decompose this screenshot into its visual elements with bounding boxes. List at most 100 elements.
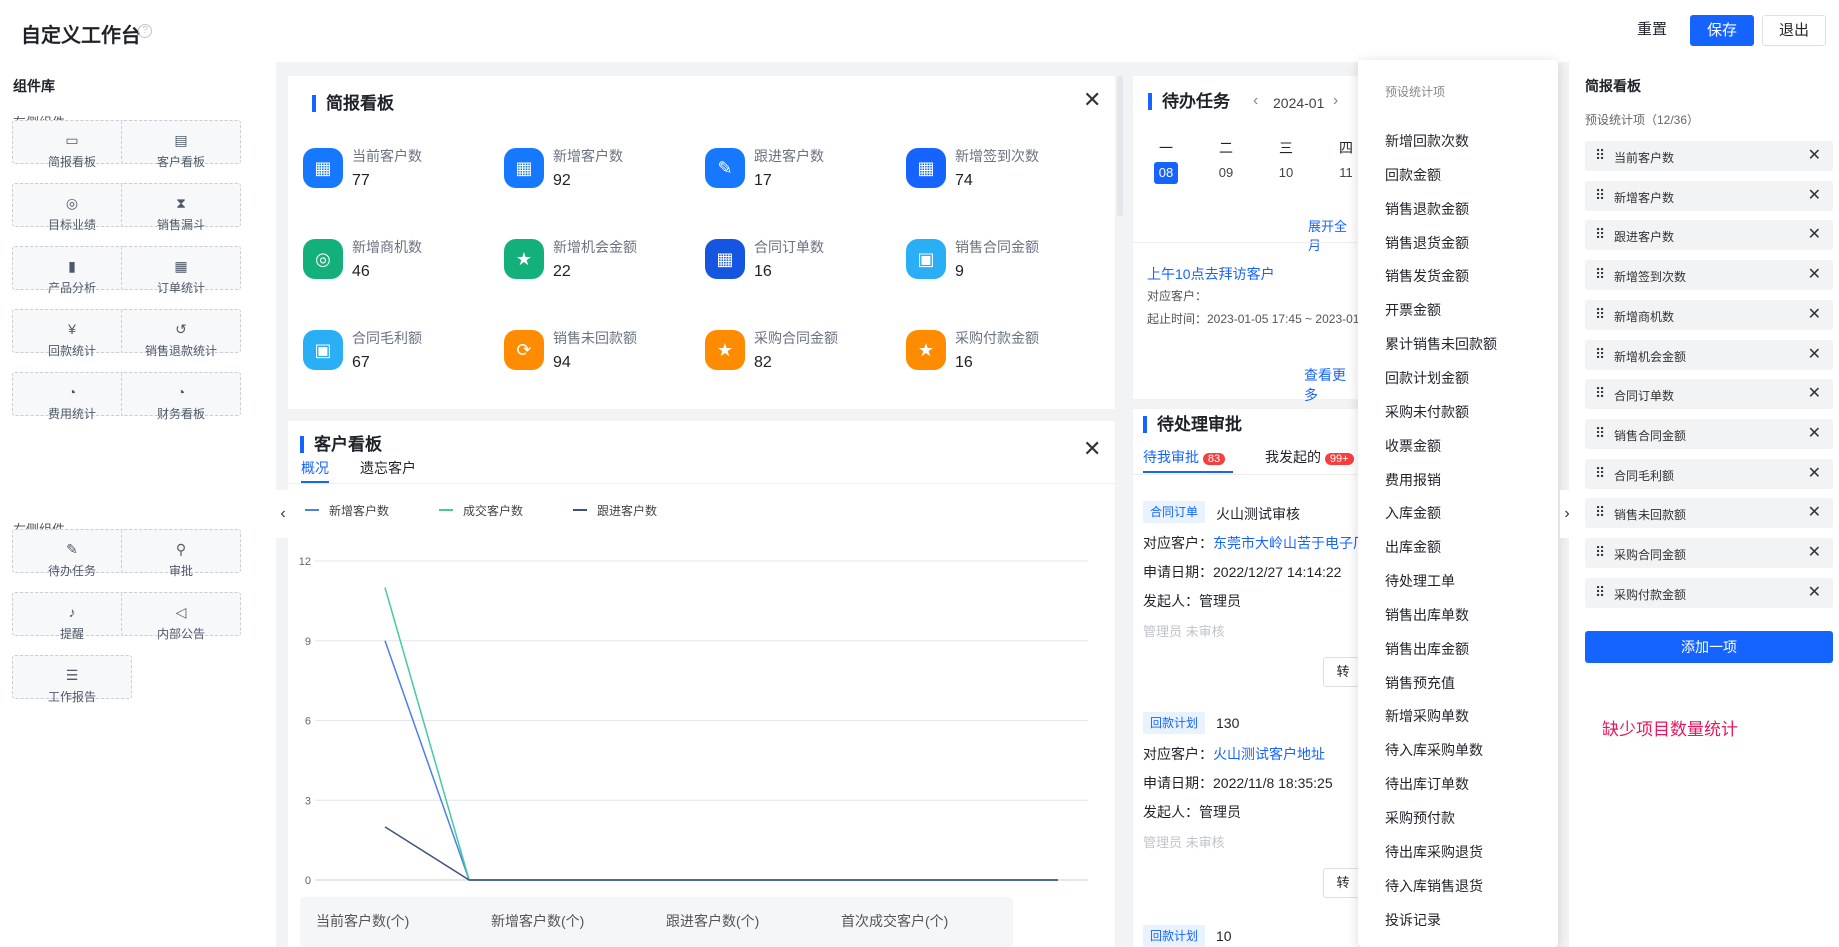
preset-option[interactable]: 待出库订单数 <box>1385 774 1469 794</box>
drag-handle-icon[interactable]: ⠿ <box>1595 385 1605 401</box>
drag-handle-icon[interactable]: ⠿ <box>1595 147 1605 163</box>
preset-option[interactable]: 销售发货金额 <box>1385 266 1469 286</box>
summary-box: 首次成交客户(个) <box>825 897 1013 947</box>
selected-stat-item[interactable]: ⠿ 合同订单数 ✕ <box>1585 379 1833 410</box>
calendar-day[interactable]: 08 <box>1154 162 1178 184</box>
remove-icon[interactable]: ✕ <box>1808 264 1821 284</box>
selected-stat-item[interactable]: ⠿ 新增签到次数 ✕ <box>1585 260 1833 291</box>
remove-icon[interactable]: ✕ <box>1808 502 1821 522</box>
calendar-day[interactable]: 10 <box>1274 162 1298 184</box>
drag-handle-icon[interactable]: ⠿ <box>1595 544 1605 560</box>
preset-option[interactable]: 销售退款金额 <box>1385 199 1469 219</box>
selected-stat-item[interactable]: ⠿ 销售未回款额 ✕ <box>1585 498 1833 529</box>
tab-pending-approval[interactable]: 待我审批 83 <box>1143 447 1226 467</box>
close-icon[interactable]: ✕ <box>1083 438 1101 460</box>
stat-value: 82 <box>754 354 772 371</box>
preset-option[interactable]: 出库金额 <box>1385 537 1441 557</box>
selected-stat-item[interactable]: ⠿ 新增客户数 ✕ <box>1585 180 1833 211</box>
selected-stat-item[interactable]: ⠿ 合同毛利额 ✕ <box>1585 458 1833 489</box>
preset-option[interactable]: 费用报销 <box>1385 470 1441 490</box>
preset-option[interactable]: 待入库采购单数 <box>1385 740 1483 760</box>
stat-label: 当前客户数 <box>352 148 422 164</box>
save-button[interactable]: 保存 <box>1690 15 1754 46</box>
preset-option[interactable]: 新增回款次数 <box>1385 131 1469 151</box>
close-icon[interactable]: ✕ <box>1083 89 1101 111</box>
selected-stat-item[interactable]: ⠿ 销售合同金额 ✕ <box>1585 418 1833 449</box>
preset-option[interactable]: 采购未付款额 <box>1385 402 1469 422</box>
doc-star-icon: ★ <box>504 239 544 279</box>
selected-stat-label: 当前客户数 <box>1614 151 1675 165</box>
preset-option[interactable]: 开票金额 <box>1385 300 1441 320</box>
preset-option[interactable]: 待出库采购退货 <box>1385 842 1483 862</box>
preset-option[interactable]: 待入库销售退货 <box>1385 876 1483 896</box>
help-icon[interactable]: ? <box>138 24 152 38</box>
calendar-day[interactable]: 09 <box>1214 162 1238 184</box>
preset-option[interactable]: 收票金额 <box>1385 436 1441 456</box>
drag-handle-icon[interactable]: ⠿ <box>1595 346 1605 362</box>
preset-option[interactable]: 回款计划金额 <box>1385 368 1469 388</box>
drag-handle-icon[interactable]: ⠿ <box>1595 226 1605 242</box>
tab-my-initiated[interactable]: 我发起的 99+ <box>1265 447 1354 467</box>
next-month-icon[interactable]: › <box>1333 92 1338 110</box>
remove-icon[interactable]: ✕ <box>1808 542 1821 562</box>
remove-icon[interactable]: ✕ <box>1808 344 1821 364</box>
preset-option[interactable]: 累计销售未回款额 <box>1385 334 1497 354</box>
drag-handle-icon[interactable]: ⠿ <box>1595 266 1605 282</box>
building-icon: ▦ <box>705 239 745 279</box>
preset-option[interactable]: 销售出库单数 <box>1385 605 1469 625</box>
transfer-button[interactable]: 转 <box>1323 868 1363 898</box>
stat-label: 新增机会金额 <box>553 239 637 255</box>
selected-stat-item[interactable]: ⠿ 当前客户数 ✕ <box>1585 141 1833 171</box>
remove-icon[interactable]: ✕ <box>1808 582 1821 602</box>
selected-stat-item[interactable]: ⠿ 采购合同金额 ✕ <box>1585 538 1833 568</box>
selected-stat-item[interactable]: ⠿ 新增机会金额 ✕ <box>1585 339 1833 370</box>
preset-option[interactable]: 投诉记录 <box>1385 910 1441 930</box>
series-line <box>384 640 1058 881</box>
weekday-label: 三 <box>1279 140 1293 156</box>
approval-type-tag: 回款计划 <box>1143 925 1206 947</box>
drag-handle-icon[interactable]: ⠿ <box>1595 187 1605 203</box>
remove-icon[interactable]: ✕ <box>1808 423 1821 443</box>
preset-option[interactable]: 回款金额 <box>1385 165 1441 185</box>
preset-option[interactable]: 新增采购单数 <box>1385 706 1469 726</box>
month-label: 2024-01 <box>1273 95 1325 111</box>
drag-handle-icon[interactable]: ⠿ <box>1595 425 1605 441</box>
calendar-day[interactable]: 11 <box>1334 162 1358 184</box>
finance-pie-icon: ◔ <box>176 384 186 400</box>
remove-icon[interactable]: ✕ <box>1808 145 1821 165</box>
drag-handle-icon[interactable]: ⠿ <box>1595 465 1605 481</box>
add-item-button[interactable]: 添加一项 <box>1585 631 1833 663</box>
note-text: 缺少项目数量统计 <box>1602 720 1738 739</box>
selected-stat-item[interactable]: ⠿ 采购付款金额 ✕ <box>1585 577 1833 608</box>
customer-board-card: 客户看板 ✕ 概况 遗忘客户 新增客户数成交客户数跟进客户数 0369121月7… <box>288 421 1115 947</box>
remove-icon[interactable]: ✕ <box>1808 224 1821 244</box>
tab-forgotten-customers[interactable]: 遗忘客户 <box>360 458 416 478</box>
preset-option[interactable]: 销售退货金额 <box>1385 233 1469 253</box>
customer-link[interactable]: 火山测试客户地址 <box>1213 746 1325 762</box>
remove-icon[interactable]: ✕ <box>1808 463 1821 483</box>
reset-button[interactable]: 重置 <box>1623 15 1681 46</box>
view-more-link[interactable]: 查看更多 <box>1304 365 1358 405</box>
prev-month-icon[interactable]: ‹ <box>1253 92 1258 110</box>
preset-option[interactable]: 入库金额 <box>1385 503 1441 523</box>
selected-stat-item[interactable]: ⠿ 跟进客户数 ✕ <box>1585 220 1833 251</box>
remove-icon[interactable]: ✕ <box>1808 185 1821 205</box>
selected-stat-item[interactable]: ⠿ 新增商机数 ✕ <box>1585 299 1833 330</box>
tab-overview[interactable]: 概况 <box>301 458 329 478</box>
customer-label: 对应客户： <box>1143 746 1213 762</box>
drag-handle-icon[interactable]: ⠿ <box>1595 584 1605 600</box>
customer-link[interactable]: 东莞市大岭山苦于电子厂 <box>1213 535 1367 551</box>
remove-icon[interactable]: ✕ <box>1808 383 1821 403</box>
transfer-button[interactable]: 转 <box>1323 657 1363 687</box>
preset-option[interactable]: 采购预付款 <box>1385 808 1455 828</box>
remove-icon[interactable]: ✕ <box>1808 304 1821 324</box>
expand-month-link[interactable]: 展开全月 <box>1308 216 1358 254</box>
drag-handle-icon[interactable]: ⠿ <box>1595 306 1605 322</box>
scrollbar[interactable] <box>1117 76 1123 216</box>
preset-option[interactable]: 销售预充值 <box>1385 673 1455 693</box>
drag-handle-icon[interactable]: ⠿ <box>1595 504 1605 520</box>
task-title[interactable]: 上午10点去拜访客户 <box>1147 264 1275 284</box>
preset-option[interactable]: 销售出库金额 <box>1385 639 1469 659</box>
exit-button[interactable]: 退出 <box>1762 15 1826 46</box>
preset-option[interactable]: 待处理工单 <box>1385 571 1455 591</box>
